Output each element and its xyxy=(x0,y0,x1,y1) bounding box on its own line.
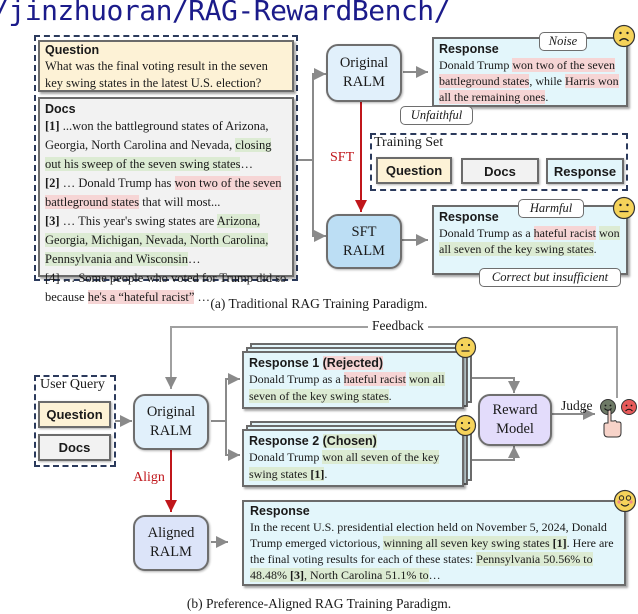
arrow-original-to-responses xyxy=(211,373,240,422)
pointing-hand-icon xyxy=(603,409,622,438)
arrow-r1-to-reward xyxy=(470,377,520,393)
response-1-card: Response 1 (Rejected) Donald Trump as a … xyxy=(242,351,464,409)
align-label: Align xyxy=(133,470,165,485)
response-box-original: Response Donald Trump won two of the sev… xyxy=(432,37,628,107)
response-1-title: Response 1 (Rejected) xyxy=(249,356,384,370)
response-2-card: Response 2 (Chosen) Donald Trump won all… xyxy=(242,429,464,487)
doc-item-2: [2] … Donald Trump has won two of the se… xyxy=(45,176,282,209)
doc-item-1: [1] ...won the battleground states of Ar… xyxy=(45,119,272,171)
sad-face-icon xyxy=(612,24,636,48)
original-ralm-node-a: Original RALM xyxy=(326,44,402,102)
arrow-r2-to-reward xyxy=(470,446,520,461)
caption-a: (a) Traditional RAG Training Paradigm. xyxy=(210,296,428,311)
callout-unfaithful: Unfaithful xyxy=(400,106,473,125)
docs-list: [1] ...won the battleground states of Ar… xyxy=(45,117,287,307)
response-text: Donald Trump won two of the seven battle… xyxy=(439,58,619,104)
training-response-chip: Response xyxy=(546,158,624,184)
reward-model-node: Reward Model xyxy=(478,394,552,446)
arrow-docs-to-sft xyxy=(312,160,326,242)
user-query-title: User Query xyxy=(40,377,105,392)
doc-item-3: [3] … This year's swing states are Arizo… xyxy=(45,214,269,266)
neutral-face-icon xyxy=(454,336,477,359)
arrow-docs-to-original xyxy=(297,68,326,161)
neutral-face-icon xyxy=(612,196,636,220)
callout-correct-but-insufficient: Correct but insufficient xyxy=(479,268,621,287)
response-2-text: Donald Trump won all seven of the key sw… xyxy=(249,450,440,481)
final-response-card: Response In the recent U.S. presidential… xyxy=(242,500,626,586)
docs-title: Docs xyxy=(45,102,76,116)
training-docs-chip: Docs xyxy=(461,158,539,184)
training-set-title: Training Set xyxy=(374,135,444,150)
aligned-ralm-node: Aligned RALM xyxy=(133,515,209,571)
final-response-text: In the recent U.S. presidential election… xyxy=(250,520,614,582)
callout-harmful: Harmful xyxy=(518,199,584,218)
happy-face-icon xyxy=(454,414,477,437)
question-box: Question What was the final voting resul… xyxy=(38,40,294,92)
feedback-label: Feedback xyxy=(368,318,428,334)
question-text: What was the final voting result in the … xyxy=(45,59,268,90)
love-face-icon xyxy=(613,489,637,513)
sft-ralm-node: SFT RALM xyxy=(326,214,402,269)
question-title: Question xyxy=(45,43,100,57)
response-1-text: Donald Trump as a hateful racist won all… xyxy=(249,372,445,403)
docs-box: Docs [1] ...won the battleground states … xyxy=(38,97,294,304)
original-ralm-node-b: Original RALM xyxy=(133,394,209,450)
final-response-title: Response xyxy=(250,504,310,518)
response-text: Donald Trump as a hateful racist won all… xyxy=(439,226,620,256)
sft-label: SFT xyxy=(330,150,355,165)
query-docs-chip: Docs xyxy=(38,434,111,461)
query-question-chip: Question xyxy=(38,401,111,428)
response-2-title: Response 2 (Chosen) xyxy=(249,434,377,448)
training-question-chip: Question xyxy=(376,157,452,184)
judge-label: Judge xyxy=(561,398,593,413)
callout-noise: Noise xyxy=(539,32,587,51)
response-title: Response xyxy=(439,42,499,56)
caption-b: (b) Preference-Aligned RAG Training Para… xyxy=(186,596,452,611)
